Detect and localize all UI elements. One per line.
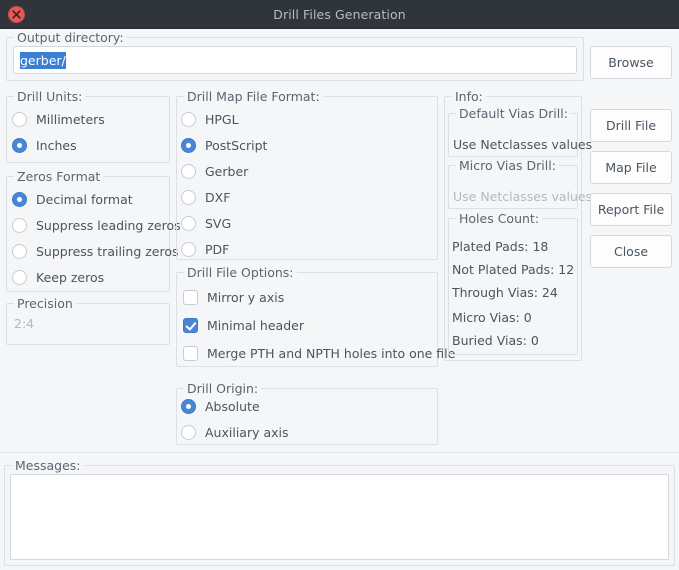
holes-count-buried-vias: Buried Vias: 0 bbox=[452, 333, 539, 348]
radio-map-format-pdf[interactable]: PDF bbox=[181, 242, 229, 257]
radio-label: Suppress trailing zeros bbox=[36, 244, 179, 259]
radio-label: Decimal format bbox=[36, 192, 133, 207]
radio-origin-absolute[interactable]: Absolute bbox=[181, 399, 260, 414]
checkbox-mirror-y-axis[interactable]: Mirror y axis bbox=[183, 290, 284, 305]
report-file-button[interactable]: Report File bbox=[590, 193, 672, 226]
radio-map-format-hpgl[interactable]: HPGL bbox=[181, 112, 239, 127]
holes-count-micro-vias: Micro Vias: 0 bbox=[452, 310, 532, 325]
drill-origin-label: Drill Origin: bbox=[184, 381, 262, 396]
radio-map-format-svg[interactable]: SVG bbox=[181, 216, 231, 231]
radio-label: Absolute bbox=[205, 399, 260, 414]
drill-map-file-format-label: Drill Map File Format: bbox=[184, 89, 323, 104]
output-directory-input[interactable]: gerber/ bbox=[13, 46, 577, 74]
radio-label: Keep zeros bbox=[36, 270, 105, 285]
messages-divider bbox=[0, 452, 679, 453]
radio-indicator bbox=[181, 399, 196, 414]
radio-zeros-keep-zeros[interactable]: Keep zeros bbox=[12, 270, 104, 285]
radio-origin-auxiliary-axis[interactable]: Auxiliary axis bbox=[181, 425, 289, 440]
info-label: Info: bbox=[452, 89, 486, 104]
radio-map-format-gerber[interactable]: Gerber bbox=[181, 164, 248, 179]
radio-indicator bbox=[12, 218, 27, 233]
radio-label: DXF bbox=[205, 190, 231, 205]
checkbox-label: Minimal header bbox=[207, 318, 304, 333]
radio-drill-units-millimeters[interactable]: Millimeters bbox=[12, 112, 105, 127]
close-button[interactable]: Close bbox=[590, 235, 672, 268]
messages-textarea[interactable] bbox=[10, 474, 669, 560]
radio-indicator bbox=[12, 192, 27, 207]
radio-indicator bbox=[181, 112, 196, 127]
radio-indicator bbox=[181, 138, 196, 153]
radio-indicator bbox=[181, 242, 196, 257]
precision-label: Precision bbox=[14, 296, 76, 311]
radio-indicator bbox=[12, 244, 27, 259]
default-vias-drill-label: Default Vias Drill: bbox=[456, 106, 571, 121]
radio-label: HPGL bbox=[205, 112, 239, 127]
radio-indicator bbox=[12, 270, 27, 285]
radio-zeros-decimal-format[interactable]: Decimal format bbox=[12, 192, 133, 207]
radio-indicator bbox=[181, 425, 196, 440]
browse-button[interactable]: Browse bbox=[590, 46, 672, 79]
messages-label: Messages: bbox=[12, 458, 84, 473]
output-directory-value: gerber/ bbox=[20, 51, 66, 69]
radio-map-format-postscript[interactable]: PostScript bbox=[181, 138, 267, 153]
checkbox-indicator bbox=[183, 346, 198, 361]
holes-count-label: Holes Count: bbox=[456, 211, 543, 226]
default-vias-drill-value: Use Netclasses values bbox=[453, 137, 593, 152]
micro-vias-drill-label: Micro Vias Drill: bbox=[456, 158, 559, 173]
radio-label: PostScript bbox=[205, 138, 268, 153]
drill-file-button[interactable]: Drill File bbox=[590, 109, 672, 142]
radio-label: Millimeters bbox=[36, 112, 105, 127]
checkbox-label: Mirror y axis bbox=[207, 290, 285, 305]
radio-indicator bbox=[12, 112, 27, 127]
map-file-button[interactable]: Map File bbox=[590, 151, 672, 184]
checkbox-indicator bbox=[183, 290, 198, 305]
holes-count-through-vias: Through Vias: 24 bbox=[452, 285, 558, 300]
radio-indicator bbox=[181, 164, 196, 179]
radio-indicator bbox=[181, 190, 196, 205]
checkbox-indicator bbox=[183, 318, 198, 333]
drill-files-generation-dialog: Drill Files Generation Output directory:… bbox=[0, 0, 679, 570]
micro-vias-drill-value: Use Netclasses values bbox=[453, 189, 593, 204]
precision-value: 2:4 bbox=[14, 316, 35, 331]
radio-zeros-suppress-leading[interactable]: Suppress leading zeros bbox=[12, 218, 181, 233]
radio-label: PDF bbox=[205, 242, 230, 257]
radio-label: Suppress leading zeros bbox=[36, 218, 181, 233]
drill-file-options-label: Drill File Options: bbox=[184, 265, 297, 280]
radio-label: Inches bbox=[36, 138, 77, 153]
holes-count-plated-pads: Plated Pads: 18 bbox=[452, 239, 549, 254]
radio-label: SVG bbox=[205, 216, 232, 231]
radio-label: Gerber bbox=[205, 164, 249, 179]
checkbox-label: Merge PTH and NPTH holes into one file bbox=[207, 346, 456, 361]
radio-drill-units-inches[interactable]: Inches bbox=[12, 138, 77, 153]
radio-label: Auxiliary axis bbox=[205, 425, 289, 440]
radio-indicator bbox=[181, 216, 196, 231]
title-bar: Drill Files Generation bbox=[0, 0, 679, 29]
output-directory-label: Output directory: bbox=[14, 30, 127, 45]
zeros-format-label: Zeros Format bbox=[14, 169, 104, 184]
radio-zeros-suppress-trailing[interactable]: Suppress trailing zeros bbox=[12, 244, 179, 259]
drill-units-label: Drill Units: bbox=[14, 89, 86, 104]
window-title: Drill Files Generation bbox=[273, 6, 406, 22]
checkbox-minimal-header[interactable]: Minimal header bbox=[183, 318, 304, 333]
radio-indicator bbox=[12, 138, 27, 153]
holes-count-not-plated-pads: Not Plated Pads: 12 bbox=[452, 262, 575, 277]
radio-map-format-dxf[interactable]: DXF bbox=[181, 190, 230, 205]
checkbox-merge-pth-npth[interactable]: Merge PTH and NPTH holes into one file bbox=[183, 346, 455, 361]
